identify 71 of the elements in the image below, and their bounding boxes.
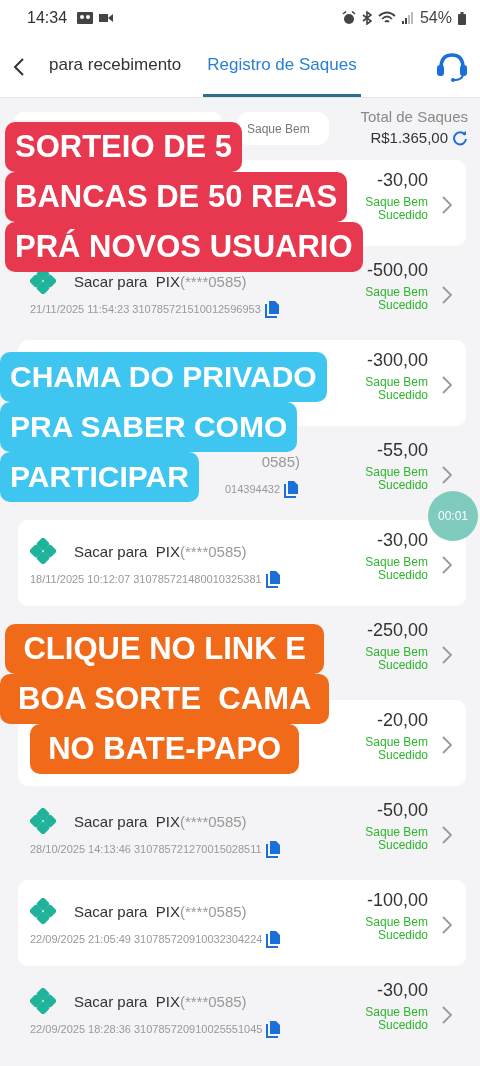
- pix-icon: [30, 538, 56, 564]
- chevron-right-icon[interactable]: [442, 286, 452, 304]
- chevron-right-icon[interactable]: [442, 736, 452, 754]
- headset-icon[interactable]: [436, 51, 468, 82]
- chevron-right-icon[interactable]: [442, 196, 452, 214]
- withdrawal-amount: -30,00: [376, 530, 428, 551]
- bluetooth-icon: [361, 11, 372, 25]
- chevron-right-icon[interactable]: [442, 826, 452, 844]
- withdrawal-title: Sacar para PIX(****0585): [74, 272, 247, 290]
- chevron-right-icon[interactable]: [442, 1006, 452, 1024]
- voicemail-icon: [77, 12, 94, 24]
- pix-icon: [30, 808, 56, 834]
- wifi-icon: [377, 11, 396, 25]
- back-icon[interactable]: [13, 56, 25, 77]
- withdrawal-card[interactable]: Sacar para PIX(****0585) 18/11/2025 10:12:07 310785721480010325381 -30,00 Saque Bem Sucedido: [18, 520, 466, 606]
- withdrawal-status: Saque Bem Sucedido: [364, 736, 428, 762]
- alarm-icon: [341, 11, 356, 25]
- copy-icon[interactable]: [284, 480, 300, 498]
- transaction-meta: 22/09/2025 18:28:36 310785720910025551045: [30, 1023, 263, 1035]
- withdrawal-title: Sacar para PIX(****0585): [74, 542, 247, 560]
- copy-icon[interactable]: [266, 930, 283, 948]
- status-time: 14:34: [27, 9, 68, 27]
- withdrawal-status: Saque Bem Sucedido: [364, 556, 428, 582]
- pix-icon: [30, 898, 56, 924]
- chevron-right-icon[interactable]: [442, 916, 452, 934]
- transaction-meta: 014394432: [224, 483, 280, 495]
- status-filter[interactable]: Saque Bem: [237, 112, 329, 145]
- chevron-right-icon[interactable]: [442, 466, 452, 484]
- transaction-meta: 21/11/2025 11:54:23 310785721510012596953: [30, 303, 261, 315]
- masked-account: 0585): [261, 452, 300, 470]
- withdrawal-status: Saque Bem Sucedido: [364, 286, 428, 312]
- withdrawal-amount: -30,00: [376, 170, 428, 191]
- withdrawal-amount: -500,00: [366, 260, 428, 281]
- transaction-meta: 28/10/2025 14:13:46 310785721270015028511: [30, 843, 262, 855]
- copy-icon[interactable]: [266, 1020, 283, 1038]
- tab[interactable]: para recebimento: [45, 36, 186, 97]
- withdrawal-title: Sacar para PIX(****0585): [74, 902, 247, 920]
- battery-percent: 54%: [419, 9, 452, 27]
- withdrawal-status: Saque Bem Sucedido: [364, 466, 428, 492]
- transaction-meta: 22/09/2025 21:05:49 310785720910032304224: [30, 933, 263, 945]
- battery-icon: [458, 11, 466, 25]
- copy-icon[interactable]: [265, 840, 282, 858]
- withdrawal-status: Saque Bem Sucedido: [364, 646, 428, 672]
- signal-icon: [401, 12, 414, 24]
- withdrawal-status: Saque Bem Sucedido: [364, 826, 428, 852]
- withdrawal-status: Saque Bem Sucedido: [364, 376, 428, 402]
- copy-icon[interactable]: [265, 570, 282, 588]
- withdrawal-amount: -100,00: [366, 890, 428, 911]
- total-amount: R$1.365,00: [370, 129, 448, 146]
- withdrawal-amount: -55,00: [376, 440, 428, 461]
- total-label: Total de Saques: [360, 108, 468, 125]
- withdrawal-amount: -30,00: [376, 980, 428, 1001]
- refresh-icon[interactable]: [452, 129, 468, 146]
- chevron-right-icon[interactable]: [442, 646, 452, 664]
- withdrawal-amount: -20,00: [376, 710, 428, 731]
- withdrawal-status: Saque Bem Sucedido: [364, 196, 428, 222]
- withdrawal-amount: -300,00: [366, 350, 428, 371]
- withdrawal-amount: -250,00: [366, 620, 428, 641]
- withdrawal-status: Saque Bem Sucedido: [364, 916, 428, 942]
- transaction-meta: 18/11/2025 10:12:07 310785721480010325381: [30, 573, 262, 585]
- withdrawal-title: Sacar para PIX(****0585): [74, 992, 247, 1010]
- chevron-right-icon[interactable]: [442, 556, 452, 574]
- chevron-right-icon[interactable]: [442, 376, 452, 394]
- withdrawal-title: Sacar para PIX(****0585): [74, 812, 247, 830]
- pix-icon: [30, 988, 56, 1014]
- tab[interactable]: Registro de Saques: [203, 36, 361, 97]
- withdrawal-amount: -50,00: [376, 800, 428, 821]
- video-camera-icon: [99, 13, 114, 23]
- copy-icon[interactable]: [264, 300, 281, 318]
- withdrawal-card[interactable]: Sacar para PIX(****0585) 22/09/2025 21:05:49 310785720910032304224 -100,00 Saque Bem Sucedido: [18, 880, 466, 966]
- withdrawal-status: Saque Bem Sucedido: [364, 1006, 428, 1032]
